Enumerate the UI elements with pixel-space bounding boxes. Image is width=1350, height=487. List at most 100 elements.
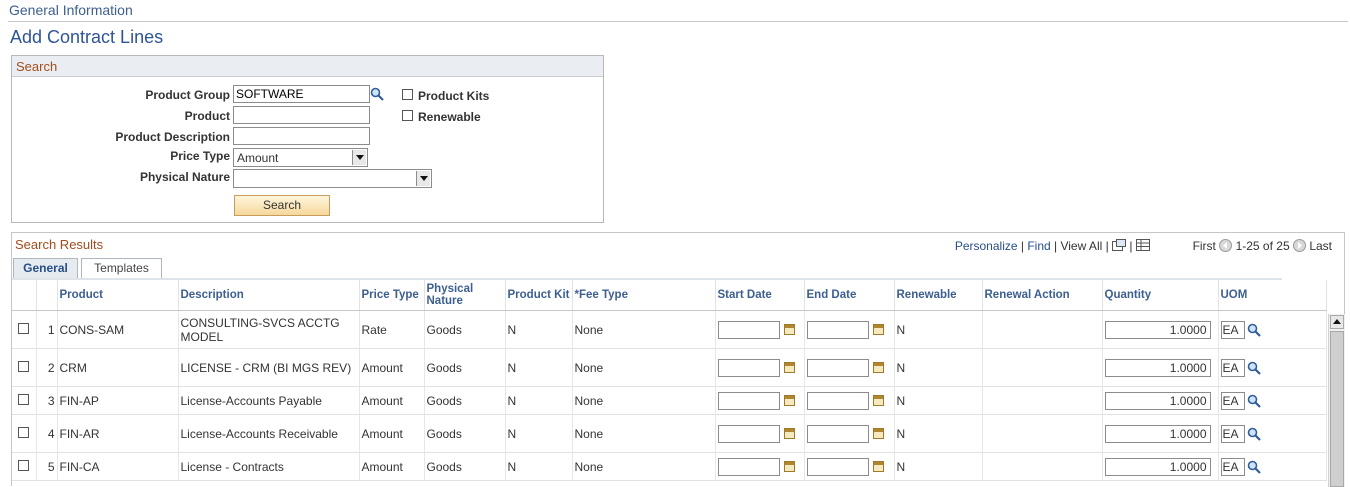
product-kit-cell: N [505, 414, 573, 453]
search-button[interactable]: Search [234, 195, 330, 216]
product-cell: CRM [57, 348, 179, 387]
col-renewable[interactable]: Renewable [894, 280, 983, 311]
physical-nature-cell: Goods [424, 452, 506, 481]
lookup-icon[interactable] [1247, 427, 1261, 441]
lookup-icon[interactable] [1247, 460, 1261, 474]
uom-input[interactable]: EA [1220, 391, 1245, 410]
scroll-up-icon[interactable] [1330, 315, 1344, 329]
description-cell: License-Accounts Payable [178, 386, 360, 415]
section-title: General Information [9, 2, 133, 18]
col-renewal-action[interactable]: Renewal Action [982, 280, 1103, 311]
col-product-kit[interactable]: Product Kit [505, 280, 573, 311]
product-description-input[interactable] [233, 127, 370, 145]
product-kit-cell: N [505, 452, 573, 481]
col-price-type[interactable]: Price Type [359, 280, 425, 311]
calendar-icon[interactable] [872, 395, 884, 406]
calendar-icon[interactable] [783, 362, 795, 373]
quantity-input[interactable]: 1.0000 [1104, 457, 1211, 476]
uom-input[interactable]: EA [1220, 358, 1245, 377]
col-uom[interactable]: UOM [1218, 280, 1327, 311]
calendar-icon[interactable] [783, 324, 795, 335]
start-date-input[interactable] [717, 358, 780, 377]
product-group-lookup-icon[interactable] [370, 87, 384, 101]
tab-general[interactable]: General [13, 258, 78, 278]
col-description[interactable]: Description [178, 280, 360, 311]
calendar-icon[interactable] [872, 428, 884, 439]
lookup-icon[interactable] [1247, 361, 1261, 375]
row-select-checkbox[interactable] [18, 322, 30, 334]
search-results-title: Search Results [15, 237, 104, 252]
physical-nature-cell: Goods [424, 348, 506, 387]
end-date-input[interactable] [806, 424, 869, 443]
vertical-scrollbar[interactable] [1328, 314, 1345, 487]
col-end-date[interactable]: End Date [804, 280, 895, 311]
product-kit-cell: N [505, 310, 573, 349]
calendar-icon[interactable] [783, 428, 795, 439]
fee-type-cell: None [572, 414, 716, 453]
quantity-input[interactable]: 1.0000 [1104, 424, 1211, 443]
start-date-input[interactable] [717, 391, 780, 410]
uom-input[interactable]: EA [1220, 457, 1245, 476]
physical-nature-label: Physical Nature [139, 170, 230, 184]
col-fee-type[interactable]: *Fee Type [572, 280, 716, 311]
lookup-icon[interactable] [1247, 394, 1261, 408]
calendar-icon[interactable] [872, 324, 884, 335]
end-date-input[interactable] [806, 358, 869, 377]
product-kits-checkbox[interactable] [402, 89, 413, 100]
renewable-checkbox[interactable] [402, 110, 413, 121]
personalize-link[interactable]: Personalize [955, 239, 1018, 253]
start-date-input[interactable] [717, 424, 780, 443]
row-select-checkbox[interactable] [18, 393, 30, 405]
quantity-input[interactable]: 1.0000 [1104, 320, 1211, 339]
product-cell: FIN-CA [57, 452, 179, 481]
tab-templates[interactable]: Templates [81, 258, 162, 278]
renewable-cell: N [894, 386, 983, 415]
end-date-input[interactable] [806, 320, 869, 339]
end-date-input[interactable] [806, 391, 869, 410]
table-header: Product Description Price Type Physical … [12, 280, 1327, 311]
divider [8, 21, 1348, 22]
col-start-date[interactable]: Start Date [715, 280, 805, 311]
row-select-checkbox[interactable] [18, 459, 30, 471]
next-arrow-icon[interactable] [1292, 239, 1306, 252]
table-row: 4 FIN-AR License-Accounts Receivable Amount… [12, 414, 1327, 453]
row-number: 2 [36, 348, 58, 387]
row-select-checkbox[interactable] [18, 426, 30, 438]
lookup-icon[interactable] [1247, 323, 1261, 337]
calendar-icon[interactable] [872, 362, 884, 373]
row-number: 4 [36, 414, 58, 453]
price-type-select[interactable]: Amount [233, 148, 368, 167]
description-cell: License-Accounts Receivable [178, 414, 360, 453]
uom-input[interactable]: EA [1220, 320, 1245, 339]
end-date-input[interactable] [806, 457, 869, 476]
product-kits-label: Product Kits [418, 89, 490, 103]
description-cell: CONSULTING-SVCS ACCTG MODEL [178, 310, 360, 349]
renewable-cell: N [894, 452, 983, 481]
calendar-icon[interactable] [783, 395, 795, 406]
calendar-icon[interactable] [783, 461, 795, 472]
grid-navigation: Personalize | Find | View All | | First … [954, 239, 1332, 253]
physical-nature-select[interactable] [233, 169, 432, 188]
quantity-input[interactable]: 1.0000 [1104, 391, 1211, 410]
price-type-cell: Amount [359, 414, 425, 453]
scroll-thumb[interactable] [1330, 331, 1344, 487]
col-product[interactable]: Product [57, 280, 179, 311]
renewal-action-cell [982, 310, 1103, 349]
find-link[interactable]: Find [1027, 239, 1050, 253]
product-kit-cell: N [505, 348, 573, 387]
download-grid-icon[interactable] [1135, 239, 1150, 251]
start-date-input[interactable] [717, 457, 780, 476]
new-window-icon[interactable] [1112, 239, 1127, 251]
calendar-icon[interactable] [872, 461, 884, 472]
uom-input[interactable]: EA [1220, 424, 1245, 443]
renewable-cell: N [894, 414, 983, 453]
col-physical-nature[interactable]: Physical Nature [424, 280, 506, 311]
view-all-link[interactable]: View All [1060, 239, 1102, 253]
product-group-input[interactable] [233, 85, 370, 103]
start-date-input[interactable] [717, 320, 780, 339]
row-select-checkbox[interactable] [18, 360, 30, 372]
prev-arrow-icon[interactable] [1219, 239, 1233, 252]
col-quantity[interactable]: Quantity [1102, 280, 1219, 311]
product-input[interactable] [233, 106, 370, 124]
quantity-input[interactable]: 1.0000 [1104, 358, 1211, 377]
